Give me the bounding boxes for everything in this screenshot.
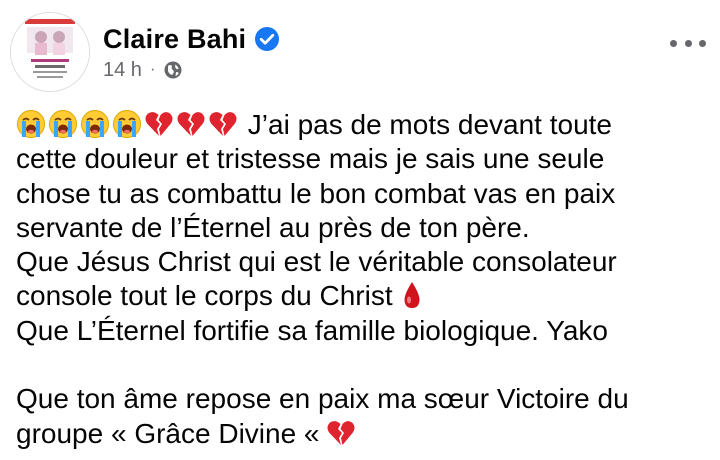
loudly-crying-face-icon xyxy=(49,110,77,138)
post-line: cette douleur et tristesse mais je sais … xyxy=(16,142,706,176)
more-dot xyxy=(699,39,706,47)
post-text: Que L’Éternel fortifie sa famille biolog… xyxy=(16,314,608,346)
broken-heart-icon xyxy=(209,112,237,136)
post-text: chose tu as combattu le bon combat vas e… xyxy=(16,177,616,209)
post-text: J’ai pas de mots devant toute xyxy=(247,109,612,140)
post-body: J’ai pas de mots devant toute cette doul… xyxy=(16,108,706,451)
post-line: Que Jésus Christ qui est le véritable co… xyxy=(16,245,706,279)
profile-picture xyxy=(11,13,89,91)
post-text: servante de l’Éternel au près de ton pèr… xyxy=(16,211,530,243)
author-name[interactable]: Claire Bahi xyxy=(103,24,246,55)
post-text: cette douleur et tristesse mais je sais … xyxy=(16,143,605,175)
broken-heart-icon xyxy=(177,112,205,136)
more-dot xyxy=(684,39,692,47)
more-options-icon[interactable] xyxy=(670,36,706,50)
post-line: console tout le corps du Christ xyxy=(16,279,706,313)
post-meta: 14 h · xyxy=(103,57,183,83)
post-text: groupe « Grâce Divine « xyxy=(16,417,320,449)
broken-heart-icon xyxy=(327,420,355,445)
post-line: J’ai pas de mots devant toute xyxy=(16,108,706,142)
post-line: chose tu as combattu le bon combat vas e… xyxy=(16,177,706,211)
loudly-crying-face-icon xyxy=(81,110,109,138)
post-line: Que ton âme repose en paix ma sœur Victo… xyxy=(16,382,706,416)
post-line: Que L’Éternel fortifie sa famille biolog… xyxy=(16,314,706,348)
post-text: Que Jésus Christ qui est le véritable co… xyxy=(16,246,617,278)
meta-separator: · xyxy=(149,61,156,78)
post-timestamp[interactable]: 14 h xyxy=(103,59,142,82)
verified-badge-icon xyxy=(255,27,280,51)
loudly-crying-face-icon xyxy=(113,110,141,138)
drop-of-blood-icon xyxy=(404,282,420,309)
post-text: Que ton âme repose en paix ma sœur Victo… xyxy=(16,383,629,415)
post-line: servante de l’Éternel au près de ton pèr… xyxy=(16,211,706,245)
avatar[interactable] xyxy=(10,12,90,92)
broken-heart-icon xyxy=(145,112,173,136)
post-line: groupe « Grâce Divine « xyxy=(16,417,706,451)
author-row: Claire Bahi xyxy=(103,21,280,57)
post-text: console tout le corps du Christ xyxy=(16,280,393,312)
globe-icon[interactable] xyxy=(163,60,183,80)
loudly-crying-face-icon xyxy=(17,110,45,138)
more-dot xyxy=(670,39,677,47)
facebook-post: Claire Bahi 14 h · J’ai pas de mots deva… xyxy=(0,0,720,460)
